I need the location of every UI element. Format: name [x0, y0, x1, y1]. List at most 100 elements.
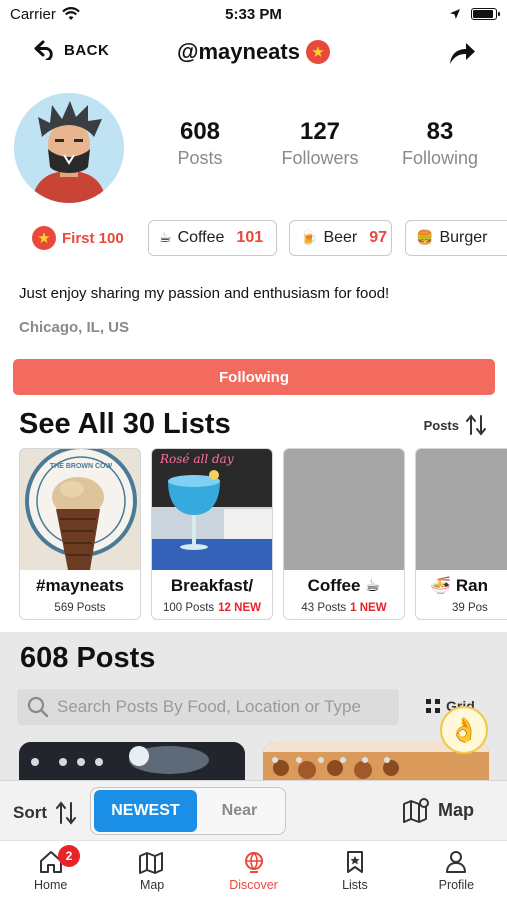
- list-card-image-placeholder: [284, 449, 404, 570]
- profile-location: Chicago, IL, US: [19, 319, 130, 336]
- list-card-title: Breakfast/: [170, 576, 254, 595]
- battery-icon: [471, 8, 500, 20]
- list-card-title: Coffee ☕: [307, 576, 381, 595]
- stat-value: 608: [179, 118, 221, 145]
- list-card-image-placeholder: [416, 449, 507, 570]
- chip-label: Burger: [439, 229, 488, 246]
- following-button[interactable]: Following: [13, 359, 495, 395]
- chip-burger[interactable]: 🍔 Burger: [405, 220, 507, 256]
- share-icon[interactable]: [447, 40, 477, 66]
- list-card-image: THE BROWN COW B C: [20, 449, 140, 570]
- list-card-ramen[interactable]: 🍜 Ran 39 Pos: [415, 448, 507, 620]
- badge-label: First 100: [62, 229, 124, 247]
- list-card-title: 🍜 Ran: [430, 576, 489, 595]
- back-button[interactable]: BACK: [34, 40, 109, 60]
- stat-followers[interactable]: 127 Followers: [260, 118, 380, 169]
- ice-cream-photo: THE BROWN COW B C: [20, 449, 140, 570]
- status-right: [449, 8, 500, 20]
- tab-label: Discover: [229, 878, 278, 892]
- sort-arrows-icon: [466, 414, 486, 436]
- status-left: Carrier: [10, 6, 80, 23]
- tab-bar: Home 2 Map Discover Lists Profile: [0, 840, 507, 900]
- chip-count: 101: [236, 229, 264, 246]
- burger-icon: 🍔: [416, 230, 434, 246]
- lists-sort-button[interactable]: Posts: [424, 414, 487, 436]
- post-thumbnail[interactable]: [19, 742, 245, 782]
- first-100-badge[interactable]: ★ First 100: [32, 226, 124, 250]
- profile-stats: 608 Posts 127 Followers 83 Following: [140, 118, 500, 169]
- avatar[interactable]: [14, 93, 124, 203]
- status-bar: Carrier 5:33 PM: [0, 0, 507, 28]
- neon-sign-text: Rosé all day: [159, 452, 234, 466]
- sort-arrows-icon: [56, 801, 76, 825]
- chip-coffee[interactable]: ☕ Coffee 101: [148, 220, 277, 256]
- tab-profile[interactable]: Profile: [406, 841, 507, 900]
- stat-value: 127: [299, 118, 341, 145]
- posts-title: 608 Posts: [20, 642, 156, 674]
- stat-label: Posts: [177, 148, 223, 168]
- cocktail-photo: Rosé all day: [152, 449, 272, 570]
- search-input[interactable]: Search Posts By Food, Location or Type: [17, 689, 399, 725]
- sort-newest-option[interactable]: NEWEST: [94, 790, 197, 832]
- back-arrow-icon: [34, 40, 53, 60]
- sort-button[interactable]: Sort: [13, 801, 77, 825]
- sort-segmented-control: NEWEST Near: [90, 787, 286, 835]
- lists-title[interactable]: See All 30 Lists: [19, 408, 231, 441]
- person-icon: [446, 851, 467, 873]
- map-view-button[interactable]: Map: [402, 797, 474, 823]
- map-icon: [139, 852, 164, 874]
- tab-discover[interactable]: Discover: [203, 841, 304, 900]
- list-card-meta: 569 Posts: [20, 602, 140, 614]
- list-card-coffee[interactable]: Coffee ☕ 43 Posts 1 NEW: [283, 448, 405, 620]
- list-card-posts: 100 Posts: [163, 602, 215, 614]
- search-icon: [27, 696, 49, 718]
- list-card-meta: 100 Posts 12 NEW: [152, 602, 272, 614]
- battery-level: [473, 10, 493, 18]
- tab-lists[interactable]: Lists: [304, 841, 405, 900]
- stat-value: 83: [426, 118, 454, 145]
- beer-icon: 🍺: [300, 230, 318, 246]
- list-card-image: Rosé all day: [152, 449, 272, 570]
- tab-home[interactable]: Home 2: [0, 841, 101, 900]
- tab-label: Map: [139, 878, 165, 892]
- tab-label: Lists: [342, 878, 368, 892]
- coffee-icon: ☕: [159, 230, 172, 246]
- list-card-posts: 569 Posts: [54, 602, 106, 614]
- grid-icon: [426, 699, 440, 713]
- location-arrow-icon: [450, 9, 460, 19]
- stat-label: Followers: [281, 148, 359, 168]
- star-badge-icon: ★: [305, 40, 330, 64]
- tab-label: Home: [34, 878, 68, 892]
- tab-map[interactable]: Map: [101, 841, 202, 900]
- list-card-meta: 39 Pos: [416, 602, 507, 614]
- stat-following[interactable]: 83 Following: [380, 118, 500, 169]
- map-label: Map: [438, 799, 474, 820]
- lists-carousel: THE BROWN COW B C #mayneats 569 Posts Ro…: [19, 448, 507, 620]
- map-pin-icon: [403, 798, 429, 823]
- header: BACK @mayneats ★: [0, 30, 507, 76]
- bookmark-star-icon: [346, 851, 363, 873]
- stat-posts[interactable]: 608 Posts: [140, 118, 260, 169]
- post-thumbnails: [19, 742, 507, 782]
- profile-bio: Just enjoy sharing my passion and enthus…: [19, 285, 390, 302]
- list-card-breakfast[interactable]: Rosé all day Breakfast/ 100 Posts 12 NEW: [151, 448, 273, 620]
- sort-label: Sort: [13, 803, 47, 822]
- list-card-new: 1 NEW: [350, 602, 387, 614]
- chip-label: Coffee: [177, 229, 225, 246]
- chip-beer[interactable]: 🍺 Beer 97: [289, 220, 392, 256]
- list-card-new: 12 NEW: [218, 602, 261, 614]
- sort-bar: Sort NEWEST Near Map: [0, 780, 507, 840]
- ok-hand-icon[interactable]: 👌: [440, 706, 488, 754]
- stat-label: Following: [401, 148, 479, 168]
- handle-text: @mayneats: [177, 39, 300, 64]
- list-card-title: #mayneats: [36, 576, 124, 595]
- list-card-mayneats[interactable]: THE BROWN COW B C #mayneats 569 Posts: [19, 448, 141, 620]
- notification-badge: 2: [58, 845, 80, 867]
- chip-label: Beer: [323, 229, 358, 246]
- search-placeholder: Search Posts By Food, Location or Type: [57, 697, 361, 716]
- sort-near-option[interactable]: Near: [197, 790, 282, 832]
- sign-text: THE BROWN COW: [50, 463, 113, 470]
- chip-count: 97: [369, 229, 388, 246]
- list-card-meta: 43 Posts 1 NEW: [284, 602, 404, 614]
- carrier-label: Carrier: [10, 5, 56, 23]
